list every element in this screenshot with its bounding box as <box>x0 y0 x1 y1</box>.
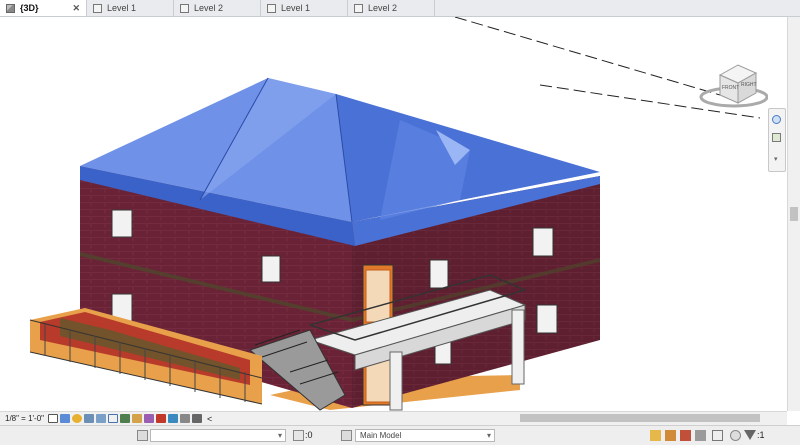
close-icon[interactable]: ✕ <box>72 3 80 14</box>
design-options-icon[interactable] <box>341 430 352 441</box>
floor-plan-icon <box>93 3 102 13</box>
floor-plan-icon <box>354 3 363 13</box>
select-links-icon[interactable] <box>650 430 661 441</box>
sun-path-icon[interactable] <box>72 414 83 423</box>
building-model <box>29 17 761 411</box>
zoom-icon[interactable] <box>772 133 781 142</box>
select-pinned-icon[interactable] <box>680 430 691 441</box>
shadows-icon[interactable] <box>84 414 95 423</box>
selection-count: :0 <box>305 430 313 440</box>
filter-count: :1 <box>757 430 765 440</box>
view-cube[interactable]: FRONT RIGHT <box>698 55 768 113</box>
drag-elements-icon[interactable] <box>712 430 723 441</box>
design-option-value: Main Model <box>360 431 402 440</box>
workset-dropdown[interactable]: ▾ <box>150 429 286 442</box>
tab-level-1[interactable]: Level 1 <box>87 0 174 16</box>
crop-view-icon[interactable] <box>108 414 119 423</box>
tab-label: {3D} <box>20 3 39 13</box>
constraints-icon[interactable] <box>192 414 203 423</box>
balcony-column <box>389 351 403 411</box>
collapse-bar-icon[interactable]: < <box>207 414 212 424</box>
highlight-displacement-icon[interactable] <box>180 414 191 423</box>
detail-level-icon[interactable] <box>48 414 59 423</box>
floor-plan-icon <box>180 3 189 13</box>
temporary-hide-icon[interactable] <box>144 414 155 423</box>
tab-level-2[interactable]: Level 2 <box>348 0 435 16</box>
tab-level-1[interactable]: Level 1 <box>261 0 348 16</box>
editable-only-icon[interactable] <box>293 430 304 441</box>
balcony-column <box>511 309 525 385</box>
unlock-view-icon[interactable] <box>132 414 143 423</box>
tab-label: Level 1 <box>281 3 311 13</box>
select-underlay-icon[interactable] <box>665 430 676 441</box>
navigation-bar: ▾ <box>768 108 786 172</box>
view-control-bar: 1/8" = 1'-0" < <box>0 411 240 425</box>
select-by-face-icon[interactable] <box>695 430 706 441</box>
tab-level-2[interactable]: Level 2 <box>174 0 261 16</box>
design-option-dropdown[interactable]: Main Model ▾ <box>355 429 495 442</box>
viewcube-front-label[interactable]: FRONT <box>722 85 739 91</box>
tab-label: Level 2 <box>194 3 224 13</box>
view-scale[interactable]: 1/8" = 1'-0" <box>0 414 48 423</box>
window <box>532 227 554 257</box>
window <box>429 259 449 289</box>
3d-viewport[interactable]: FRONT RIGHT ▾ <box>0 17 786 411</box>
scrollbar-thumb[interactable] <box>790 207 798 221</box>
vertical-scrollbar[interactable] <box>787 17 800 411</box>
reference-line <box>454 17 721 96</box>
analytical-model-icon[interactable] <box>168 414 179 423</box>
tab-3d-view[interactable]: {3D} ✕ <box>0 0 87 16</box>
window <box>261 255 281 283</box>
tab-label: Level 1 <box>107 3 137 13</box>
3d-cube-icon <box>6 3 15 13</box>
render-icon[interactable] <box>96 414 107 423</box>
chevron-down-icon[interactable]: ▾ <box>774 155 778 163</box>
viewcube-right-label[interactable]: RIGHT <box>741 82 757 88</box>
chevron-down-icon: ▾ <box>277 431 282 440</box>
floor-plan-icon <box>267 3 276 13</box>
horizontal-scrollbar[interactable] <box>240 411 787 425</box>
tab-label: Level 2 <box>368 3 398 13</box>
workset-icon[interactable] <box>137 430 148 441</box>
steering-wheel-icon[interactable] <box>772 115 781 124</box>
window <box>111 209 133 238</box>
visual-style-icon[interactable] <box>60 414 71 423</box>
scrollbar-thumb[interactable] <box>520 414 760 422</box>
background-process-icon[interactable] <box>730 430 741 441</box>
status-bar: ▾ :0 Main Model ▾ :1 <box>0 425 800 445</box>
reveal-hidden-icon[interactable] <box>156 414 167 423</box>
window <box>536 304 558 334</box>
chevron-down-icon: ▾ <box>486 431 491 440</box>
filter-icon[interactable] <box>744 430 756 440</box>
show-crop-icon[interactable] <box>120 414 131 423</box>
view-tab-bar: {3D} ✕ Level 1 Level 2 Level 1 Level 2 <box>0 0 800 17</box>
